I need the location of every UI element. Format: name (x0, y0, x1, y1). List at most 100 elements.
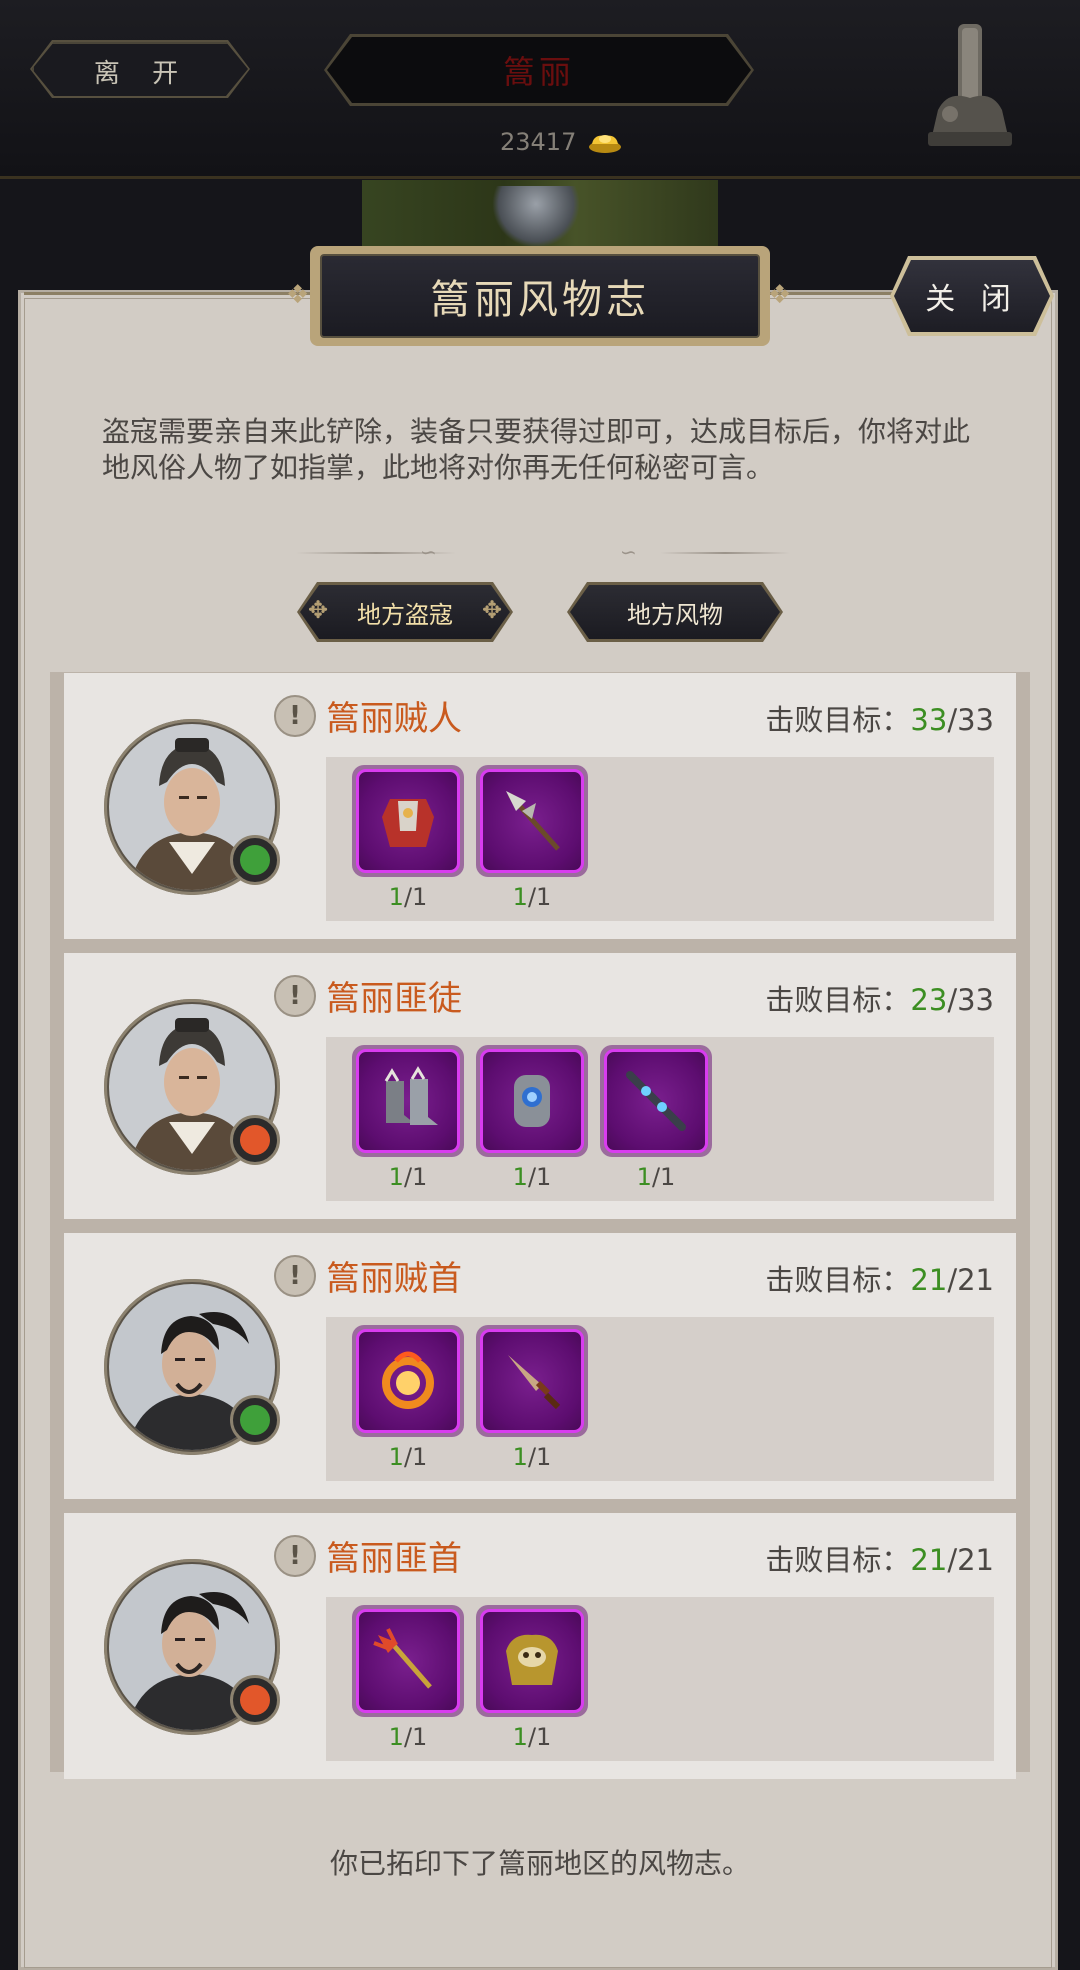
equipment-slot[interactable] (600, 1045, 712, 1157)
item-got: 1 (512, 1443, 528, 1471)
item-got: 1 (512, 883, 528, 911)
item-count: 1/1 (476, 1723, 588, 1751)
gold-ingot-icon (589, 135, 622, 153)
panel-title: 篙丽风物志 (320, 254, 760, 338)
item-total: /1 (403, 1443, 428, 1471)
drop-items: 1/1 1/1 (326, 1597, 994, 1761)
drop-items: 1/1 1/1 1/1 (326, 1037, 994, 1201)
defeat-label: 击败目标： (765, 1543, 911, 1577)
completion-message: 你已拓印下了篙丽地区的风物志。 (329, 1847, 750, 1880)
title-ornament-right-icon: ❖ (768, 280, 792, 310)
equipment-slot[interactable] (352, 1045, 464, 1157)
info-exclamation-icon[interactable]: ! (274, 1535, 316, 1577)
region-name: 篙丽 (327, 37, 751, 103)
enemy-name: 篙丽匪首 (326, 1539, 462, 1579)
enemy-card[interactable]: ! 篙丽匪徒 击败目标：23/33 1/1 1/1 1/1 (64, 953, 1016, 1219)
attack-type-badge (230, 1115, 280, 1165)
equipment-slot[interactable] (476, 1605, 588, 1717)
enemy-card[interactable]: ! 篙丽贼人 击败目标：33/33 1/1 1/1 (64, 673, 1016, 939)
close-button[interactable]: 关 闭 (894, 260, 1050, 332)
equipment-slot[interactable] (352, 1605, 464, 1717)
divider-ornament-right-icon: ∽ (620, 540, 637, 564)
drop-items: 1/1 1/1 (326, 1317, 994, 1481)
attack-type-icon (240, 1405, 270, 1435)
item-got: 1 (388, 1163, 404, 1191)
item-count: 1/1 (352, 1163, 464, 1191)
title-ornament-left-icon: ❖ (286, 280, 310, 310)
fire-ring-icon (382, 1351, 434, 1409)
background-portrait (490, 186, 582, 246)
defeat-current: 23 (910, 983, 948, 1017)
item-got: 1 (388, 883, 404, 911)
item-count: 1/1 (352, 1723, 464, 1751)
halberd-icon (506, 791, 560, 851)
defeat-label: 击败目标： (765, 703, 911, 737)
item-total: /1 (527, 1443, 552, 1471)
defeat-label: 击败目标： (765, 983, 911, 1017)
enemy-name: 篙丽匪徒 (326, 979, 462, 1019)
defeat-total: /33 (947, 703, 994, 737)
item-got: 1 (388, 1443, 404, 1471)
stone-tablet-icon[interactable] (928, 20, 1012, 150)
defeat-progress: 击败目标：33/33 (765, 697, 994, 739)
defeat-total: /33 (947, 983, 994, 1017)
defeat-progress: 击败目标：23/33 (765, 977, 994, 1019)
attack-type-icon (240, 1125, 270, 1155)
info-exclamation-icon[interactable]: ! (274, 1255, 316, 1297)
equipment-slot[interactable] (476, 765, 588, 877)
item-total: /1 (527, 883, 552, 911)
defeat-label: 击败目标： (765, 1263, 911, 1297)
enemy-name: 篙丽贼人 (326, 699, 462, 739)
item-got: 1 (388, 1723, 404, 1751)
equipment-slot[interactable] (352, 765, 464, 877)
tab-local-bandits[interactable]: 地方盗寇 (300, 585, 510, 639)
equipment-slot[interactable] (476, 1325, 588, 1437)
attack-type-icon (240, 845, 270, 875)
item-got: 1 (636, 1163, 652, 1191)
tab-ornament-right-icon: ✥ (482, 596, 503, 624)
enemy-card[interactable]: ! 篙丽匪首 击败目标：21/21 1/1 1/1 (64, 1513, 1016, 1779)
tab-local-customs[interactable]: 地方风物 (570, 585, 780, 639)
panel-top-line-left (24, 292, 312, 295)
trident-icon (373, 1628, 432, 1689)
info-exclamation-icon[interactable]: ! (274, 695, 316, 737)
item-count: 1/1 (352, 1443, 464, 1471)
defeat-progress: 击败目标：21/21 (765, 1257, 994, 1299)
gold-display: 23417 (500, 122, 622, 162)
equipment-slot[interactable] (352, 1325, 464, 1437)
divider-right (660, 552, 790, 554)
item-got: 1 (512, 1723, 528, 1751)
item-count: 1/1 (476, 1163, 588, 1191)
drop-items: 1/1 1/1 (326, 757, 994, 921)
item-count: 1/1 (476, 883, 588, 911)
attack-type-badge (230, 1675, 280, 1725)
attack-type-badge (230, 835, 280, 885)
tab-ornament-left-icon: ✥ (308, 596, 329, 624)
gold-amount: 23417 (500, 128, 577, 156)
defeat-total: /21 (947, 1263, 994, 1297)
dagger-icon (508, 1355, 561, 1410)
defeat-progress: 击败目标：21/21 (765, 1537, 994, 1579)
top-bar: 离 开 篙丽 23417 (0, 0, 1080, 179)
info-exclamation-icon[interactable]: ! (274, 975, 316, 1017)
equipment-slot[interactable] (476, 1045, 588, 1157)
bracer-icon (514, 1075, 550, 1127)
intro-text: 盗寇需要亲自来此铲除，装备只要获得过即可，达成目标后，你将对此地风俗人物了如指掌… (102, 415, 971, 484)
item-total: /1 (403, 1723, 428, 1751)
item-total: /1 (527, 1723, 552, 1751)
attack-type-icon (240, 1685, 270, 1715)
staff-icon (626, 1071, 686, 1131)
item-total: /1 (527, 1163, 552, 1191)
item-got: 1 (512, 1163, 528, 1191)
enemy-card[interactable]: ! 篙丽贼首 击败目标：21/21 1/1 1/1 (64, 1233, 1016, 1499)
attack-type-badge (230, 1395, 280, 1445)
item-total: /1 (651, 1163, 676, 1191)
item-count: 1/1 (476, 1443, 588, 1471)
enemy-name: 篙丽贼首 (326, 1259, 462, 1299)
item-count: 1/1 (352, 883, 464, 911)
item-total: /1 (403, 1163, 428, 1191)
divider-ornament-left-icon: ∽ (420, 540, 437, 564)
leave-button[interactable]: 离 开 (32, 42, 248, 96)
item-count: 1/1 (600, 1163, 712, 1191)
defeat-current: 33 (910, 703, 948, 737)
